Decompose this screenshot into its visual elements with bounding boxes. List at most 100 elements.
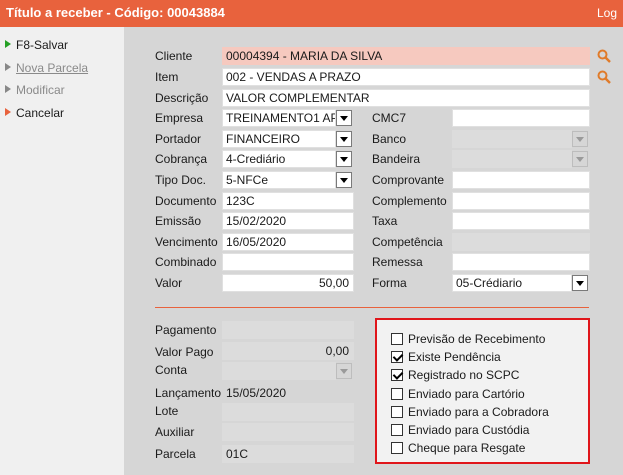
banco-select [452, 130, 572, 148]
complemento-field[interactable] [452, 192, 590, 210]
pagamento-label: Pagamento [155, 323, 217, 337]
valor-label: Valor [155, 276, 183, 290]
complemento-label: Complemento [372, 194, 447, 208]
cobradora-checkbox[interactable]: Enviado para a Cobradora [391, 404, 549, 420]
checkbox-icon [391, 388, 403, 400]
item-label: Item [155, 70, 179, 84]
auxiliar-label: Auxiliar [155, 425, 195, 439]
bandeira-label: Bandeira [372, 152, 421, 166]
checkbox-checked-icon [391, 351, 403, 363]
title-bar: Título a receber - Código: 00043884 Log [0, 0, 623, 27]
modify-label: Modificar [16, 83, 65, 97]
portador-select[interactable]: FINANCEIRO [222, 130, 336, 148]
competencia-field [452, 233, 590, 251]
section-divider [155, 307, 589, 308]
checkbox-label: Previsão de Recebimento [408, 332, 546, 346]
new-installment-button[interactable]: Nova Parcela [5, 59, 88, 77]
valor-pago-label: Valor Pago [155, 345, 214, 359]
chevron-down-icon [572, 131, 588, 147]
search-icon[interactable] [597, 49, 611, 63]
documento-label: Documento [155, 194, 217, 208]
new-installment-label: Nova Parcela [16, 61, 89, 75]
checkbox-label: Enviado para Cartório [408, 387, 525, 401]
play-icon [5, 63, 11, 71]
save-label: F8-Salvar [16, 38, 69, 52]
descricao-label: Descrição [155, 91, 209, 105]
cliente-label: Cliente [155, 49, 193, 63]
remessa-field[interactable] [452, 253, 590, 271]
comprovante-label: Comprovante [372, 173, 445, 187]
resgate-checkbox[interactable]: Cheque para Resgate [391, 440, 525, 456]
combinado-field[interactable] [222, 253, 354, 271]
tipo-doc-select[interactable]: 5-NFCe [222, 171, 336, 189]
save-button[interactable]: F8-Salvar [5, 36, 68, 54]
chevron-down-icon[interactable] [336, 131, 352, 147]
play-icon [5, 40, 11, 48]
chevron-down-icon[interactable] [336, 172, 352, 188]
documento-field[interactable]: 123C [222, 192, 354, 210]
chevron-down-icon [336, 363, 352, 379]
valor-pago-field: 0,00 [222, 342, 354, 360]
cliente-field[interactable]: 00004394 - MARIA DA SILVA [222, 47, 590, 65]
play-icon [5, 108, 11, 116]
chevron-down-icon[interactable] [336, 151, 352, 167]
parcela-field: 01C [222, 445, 354, 463]
competencia-label: Competência [372, 235, 443, 249]
checkbox-checked-icon [391, 369, 403, 381]
checkbox-icon [391, 424, 403, 436]
descricao-field[interactable]: VALOR COMPLEMENTAR [222, 89, 590, 107]
lancamento-label: Lançamento [155, 386, 222, 400]
scpc-checkbox[interactable]: Registrado no SCPC [391, 367, 519, 383]
taxa-label: Taxa [372, 214, 398, 228]
comprovante-field[interactable] [452, 171, 590, 189]
vencimento-label: Vencimento [155, 235, 218, 249]
cmc7-field[interactable] [452, 109, 590, 127]
parcela-label: Parcela [155, 447, 196, 461]
status-checkbox-group: Previsão de Recebimento Existe Pendência… [375, 318, 590, 464]
remessa-label: Remessa [372, 255, 423, 269]
bandeira-select [452, 150, 572, 168]
chevron-down-icon[interactable] [572, 275, 588, 291]
checkbox-icon [391, 333, 403, 345]
cartorio-checkbox[interactable]: Enviado para Cartório [391, 386, 525, 402]
cancel-label: Cancelar [16, 106, 65, 120]
empresa-label: Empresa [155, 111, 204, 125]
checkbox-icon [391, 442, 403, 454]
empresa-select[interactable]: TREINAMENTO1 APE [222, 109, 336, 127]
cobranca-label: Cobrança [155, 152, 208, 166]
portador-label: Portador [155, 132, 202, 146]
checkbox-label: Enviado para a Cobradora [408, 405, 549, 419]
conta-label: Conta [155, 363, 188, 377]
lote-label: Lote [155, 404, 179, 418]
chevron-down-icon [572, 151, 588, 167]
emissao-field[interactable]: 15/02/2020 [222, 212, 354, 230]
previsao-checkbox[interactable]: Previsão de Recebimento [391, 331, 545, 347]
banco-label: Banco [372, 132, 407, 146]
pendencia-checkbox[interactable]: Existe Pendência [391, 349, 501, 365]
auxiliar-field [222, 423, 354, 441]
vencimento-field[interactable]: 16/05/2020 [222, 233, 354, 251]
taxa-field[interactable] [452, 212, 590, 230]
emissao-label: Emissão [155, 214, 202, 228]
log-link[interactable]: Log [597, 6, 617, 20]
cmc7-label: CMC7 [372, 111, 407, 125]
custodia-checkbox[interactable]: Enviado para Custódia [391, 422, 529, 438]
chevron-down-icon[interactable] [336, 110, 352, 126]
play-icon [5, 85, 11, 93]
checkbox-label: Cheque para Resgate [408, 441, 526, 455]
pagamento-field [222, 321, 354, 339]
cancel-button[interactable]: Cancelar [5, 104, 64, 122]
modify-button[interactable]: Modificar [5, 81, 65, 99]
forma-select[interactable]: 05-Crédiario [452, 274, 572, 292]
item-field[interactable]: 002 - VENDAS A PRAZO [222, 68, 590, 86]
tipo-doc-label: Tipo Doc. [155, 173, 206, 187]
sidebar: F8-Salvar Nova Parcela Modificar Cancela… [0, 27, 124, 475]
window-title: Título a receber - Código: 00043884 [6, 5, 225, 20]
lancamento-field: 15/05/2020 [222, 384, 354, 402]
checkbox-label: Existe Pendência [408, 350, 501, 364]
checkbox-label: Enviado para Custódia [408, 423, 530, 437]
search-icon[interactable] [597, 70, 611, 84]
valor-field[interactable]: 50,00 [222, 274, 354, 292]
conta-select [222, 362, 336, 380]
cobranca-select[interactable]: 4-Crediário [222, 150, 336, 168]
